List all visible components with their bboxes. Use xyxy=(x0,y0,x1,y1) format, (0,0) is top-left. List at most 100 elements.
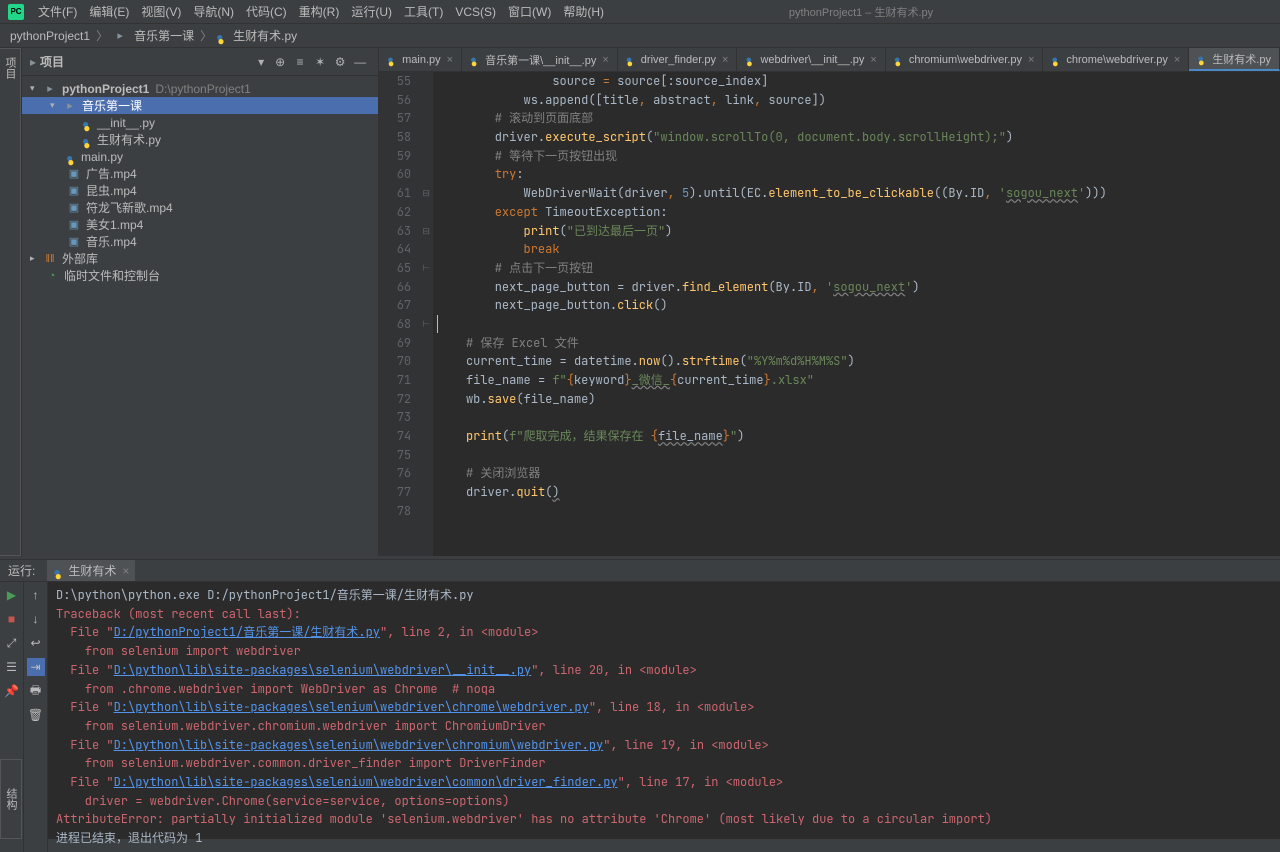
crumb-file[interactable]: 生财有术.py xyxy=(231,27,299,44)
video-file-icon: ▣ xyxy=(66,201,82,214)
menu-tools[interactable]: 工具(T) xyxy=(398,3,449,20)
menu-view[interactable]: 视图(V) xyxy=(135,3,187,20)
window-title: pythonProject1 – 生财有术.py xyxy=(610,4,1112,20)
project-sidebar: ▸ 项目 ▾ ⊕ ≡ ✶ ⚙ — ▾ ▸ pythonProject1 D:\p… xyxy=(22,48,379,556)
chevron-down-icon: ▾ xyxy=(30,83,42,94)
tab-main[interactable]: main.py xyxy=(379,48,462,71)
trace-link[interactable]: D:/pythonProject1/音乐第一课/生财有术.py xyxy=(114,624,380,640)
video-file-icon: ▣ xyxy=(66,184,82,197)
tab-init[interactable]: 音乐第一课\__init__.py xyxy=(462,48,618,71)
settings-icon[interactable]: ⚙ xyxy=(330,55,350,69)
python-file-icon xyxy=(66,151,78,163)
tree-file-music-mp4[interactable]: ▣ 音乐.mp4 xyxy=(22,233,378,250)
python-file-icon xyxy=(216,30,228,42)
trash-icon[interactable]: 🗑 xyxy=(27,706,45,724)
tree-file-scys[interactable]: 生财有术.py xyxy=(22,131,378,148)
run-label: 运行: xyxy=(8,562,35,579)
app-logo-icon: PC xyxy=(8,4,24,20)
print-icon[interactable]: 🖶 xyxy=(27,682,45,700)
menu-run[interactable]: 运行(U) xyxy=(345,3,398,20)
down-icon[interactable]: ↓ xyxy=(27,610,45,628)
menu-file[interactable]: 文件(F) xyxy=(32,3,83,20)
locate-icon[interactable]: ⊕ xyxy=(270,55,290,69)
python-file-icon xyxy=(1197,53,1209,65)
folder-icon: ▸ xyxy=(112,29,128,42)
python-file-icon xyxy=(745,54,757,66)
wrap-icon[interactable]: ↩ xyxy=(27,634,45,652)
trace-link[interactable]: D:\python\lib\site-packages\selenium\web… xyxy=(114,737,604,753)
tree-external-libs[interactable]: ▸ ‖‖ 外部库 xyxy=(22,250,378,267)
line-gutter: 5556575859606162 6364656667686970 717273… xyxy=(379,72,419,556)
code-editor[interactable]: 5556575859606162 6364656667686970 717273… xyxy=(379,72,1280,556)
side-tab-project[interactable]: 项目 xyxy=(0,48,21,556)
editor-tabs: main.py 音乐第一课\__init__.py driver_finder.… xyxy=(379,48,1280,72)
crumb-project[interactable]: pythonProject1 xyxy=(8,29,92,43)
library-icon: ‖‖ xyxy=(42,253,58,265)
menu-help[interactable]: 帮助(H) xyxy=(557,3,610,20)
menu-code[interactable]: 代码(C) xyxy=(240,3,293,20)
scratch-icon: ◔ xyxy=(44,270,60,282)
python-file-icon xyxy=(387,54,399,66)
tab-scys[interactable]: 生财有术.py xyxy=(1189,48,1280,71)
side-tab-structure[interactable]: 结构 xyxy=(0,759,22,839)
layout-icon[interactable]: ⤢ xyxy=(3,634,21,652)
python-file-icon xyxy=(82,134,94,146)
tree-file-bug[interactable]: ▣ 昆虫.mp4 xyxy=(22,182,378,199)
scroll-icon[interactable]: ⇥ xyxy=(27,658,45,676)
tree-root[interactable]: ▾ ▸ pythonProject1 D:\pythonProject1 xyxy=(22,80,378,97)
video-file-icon: ▣ xyxy=(66,218,82,231)
tree-file-ad[interactable]: ▣ 广告.mp4 xyxy=(22,165,378,182)
run-icon[interactable]: ▶ xyxy=(3,586,21,604)
video-file-icon: ▣ xyxy=(66,235,82,248)
sidebar-title: 项目 xyxy=(40,53,258,70)
tree-file-main[interactable]: main.py xyxy=(22,148,378,165)
menu-vcs[interactable]: VCS(S) xyxy=(449,5,502,19)
python-file-icon xyxy=(470,54,482,66)
tab-webdriver-init[interactable]: webdriver\__init__.py xyxy=(737,48,885,71)
menu-refactor[interactable]: 重构(R) xyxy=(293,3,346,20)
left-gutter: 项目 xyxy=(0,48,22,556)
menu-window[interactable]: 窗口(W) xyxy=(502,3,557,20)
trace-link[interactable]: D:\python\lib\site-packages\selenium\web… xyxy=(114,699,589,715)
menu-edit[interactable]: 编辑(E) xyxy=(83,3,135,20)
title-bar: PC 文件(F) 编辑(E) 视图(V) 导航(N) 代码(C) 重构(R) 运… xyxy=(0,0,1280,24)
code-body[interactable]: source = source[:source_index] ws.append… xyxy=(433,72,1280,556)
layout2-icon[interactable]: ☰ xyxy=(3,658,21,676)
trace-link[interactable]: D:\python\lib\site-packages\selenium\web… xyxy=(114,662,532,678)
pin-icon[interactable]: 📌 xyxy=(3,682,21,700)
stop-icon[interactable]: ■ xyxy=(3,610,21,628)
chevron-down-icon: ▾ xyxy=(50,100,62,111)
tree-folder-music[interactable]: ▾ ▸ 音乐第一课 xyxy=(22,97,378,114)
tree-file-beauty[interactable]: ▣ 美女1.mp4 xyxy=(22,216,378,233)
crumb-folder[interactable]: 音乐第一课 xyxy=(132,27,196,44)
breadcrumb: pythonProject1 〉 ▸ 音乐第一课 〉 生财有术.py xyxy=(0,24,1280,48)
run-panel: 运行: 生财有术 ▶ ■ ⤢ ☰ 📌 ↑ ↓ ↩ ⇥ 🖶 🗑 D:\python… xyxy=(0,559,1280,839)
editor-area: main.py 音乐第一课\__init__.py driver_finder.… xyxy=(379,48,1280,556)
collapse-icon[interactable]: ✶ xyxy=(310,55,330,69)
folder-icon: ▸ xyxy=(62,99,78,112)
console-output[interactable]: D:\python\python.exe D:/pythonProject1/音… xyxy=(48,582,1280,852)
run-toolbar-nav: ↑ ↓ ↩ ⇥ 🖶 🗑 xyxy=(24,582,48,852)
folder-icon: ▸ xyxy=(30,55,36,69)
tree-file-fly[interactable]: ▣ 符龙飞新歌.mp4 xyxy=(22,199,378,216)
folder-icon: ▸ xyxy=(42,82,58,95)
python-file-icon xyxy=(82,117,94,129)
chevron-right-icon: ▸ xyxy=(30,253,42,264)
menu-navigate[interactable]: 导航(N) xyxy=(187,3,240,20)
tab-driver-finder[interactable]: driver_finder.py xyxy=(618,48,738,71)
trace-link[interactable]: D:\python\lib\site-packages\selenium\web… xyxy=(114,774,618,790)
bottom-side-tabs: 结构 收藏夹 xyxy=(0,759,22,839)
run-tab[interactable]: 生财有术 xyxy=(47,560,135,581)
python-file-icon xyxy=(1051,54,1063,66)
tab-chromium[interactable]: chromium\webdriver.py xyxy=(886,48,1044,71)
up-icon[interactable]: ↑ xyxy=(27,586,45,604)
expand-icon[interactable]: ≡ xyxy=(290,55,310,69)
run-header: 运行: 生财有术 xyxy=(0,559,1280,582)
hide-icon[interactable]: — xyxy=(350,55,370,69)
tree-file-init[interactable]: __init__.py xyxy=(22,114,378,131)
sidebar-header: ▸ 项目 ▾ ⊕ ≡ ✶ ⚙ — xyxy=(22,48,378,76)
tab-chrome[interactable]: chrome\webdriver.py xyxy=(1043,48,1189,71)
python-file-icon xyxy=(894,54,906,66)
project-tree: ▾ ▸ pythonProject1 D:\pythonProject1 ▾ ▸… xyxy=(22,76,378,556)
tree-scratches[interactable]: ◔ 临时文件和控制台 xyxy=(22,267,378,284)
